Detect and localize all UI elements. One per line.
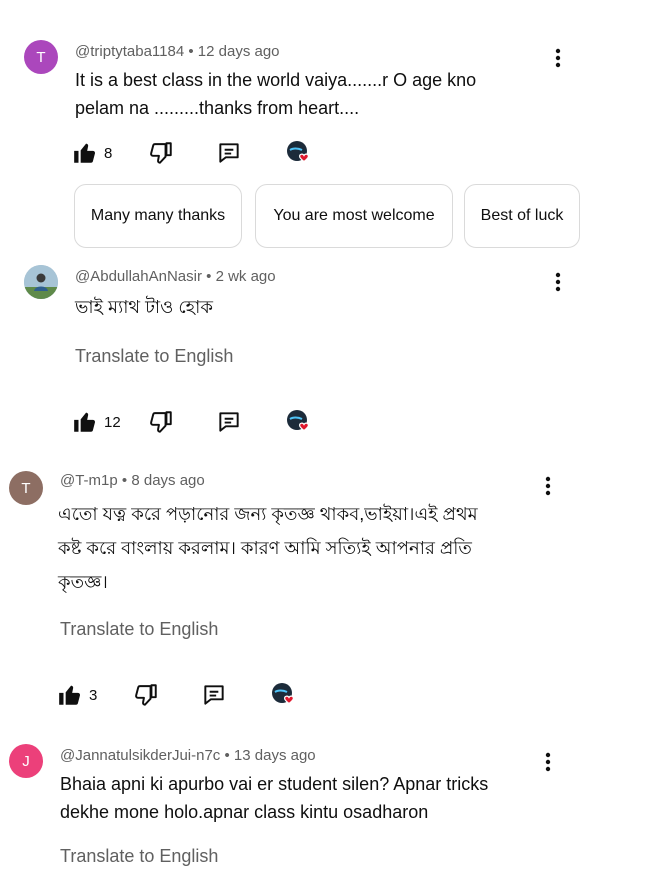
avatar[interactable] [24,265,58,299]
avatar-letter: J [22,752,30,770]
translate-button[interactable]: Translate to English [60,619,218,640]
avatar[interactable]: J [9,744,43,778]
thumb-up-icon [72,140,98,166]
translate-button[interactable]: Translate to English [75,346,233,367]
comment-author[interactable]: @AbdullahAnNasir [75,268,202,285]
comment-actions: 8 [72,138,332,168]
reply-comment-icon [201,682,227,708]
more-vertical-icon[interactable] [538,474,558,498]
translate-button[interactable]: Translate to English [60,846,218,867]
reply-button[interactable] [216,138,242,168]
comment-time[interactable]: 13 days ago [234,747,316,764]
comment-author[interactable]: @triptytaba1184 [75,43,184,60]
like-button[interactable]: 8 [72,138,112,168]
dislike-button[interactable] [148,138,174,168]
comment-meta: @JannatulsikderJui-n7c • 13 days ago [60,747,316,764]
comment-thread: T @T-m1p • 8 days ago এতো যত্ন করে পড়ান… [0,455,669,725]
comment-actions: 12 [72,407,332,437]
like-count: 12 [104,413,121,431]
comment-thread: @AbdullahAnNasir • 2 wk ago ভাই ম্যাথ টা… [0,255,669,455]
dislike-button[interactable] [133,680,159,710]
creator-heart-icon [284,138,314,168]
thumb-up-icon [57,682,83,708]
reply-comment-icon [216,409,242,435]
like-count: 8 [104,144,113,162]
comment-thread: T @triptytaba1184 • 12 days ago It is a … [0,0,669,255]
comment-author[interactable]: @JannatulsikderJui-n7c [60,747,220,764]
comment-actions: 3 [57,680,317,710]
avatar-letter: T [36,48,46,66]
comment-time[interactable]: 12 days ago [198,43,280,60]
thumb-down-icon [148,140,174,166]
suggested-reply-chip[interactable]: Best of luck [464,184,580,248]
comment-time[interactable]: 8 days ago [131,472,204,489]
avatar[interactable]: T [24,40,58,74]
comment-thread: J @JannatulsikderJui-n7c • 13 days ago B… [0,725,669,885]
comment-text: ভাই ম্যাথ টাও হোক [75,297,213,317]
thumb-down-icon [133,682,159,708]
reply-comment-icon [216,140,242,166]
avatar-letter: T [21,479,31,497]
creator-heart-icon [269,680,299,710]
avatar[interactable]: T [9,471,43,505]
comment-text: এতো যত্ন করে পড়ানোর জন্য কৃতজ্ঞ থাকব,ভা… [58,504,478,592]
reply-button[interactable] [216,407,242,437]
like-count: 3 [89,686,98,704]
comment-time[interactable]: 2 wk ago [216,268,276,285]
comment-meta: @AbdullahAnNasir • 2 wk ago [75,268,276,285]
suggested-replies: Many many thanks You are most welcome Be… [74,184,594,248]
profile-photo-icon [24,265,58,299]
comment-meta: @T-m1p • 8 days ago [60,472,205,489]
creator-heart-icon [284,407,314,437]
thumb-down-icon [148,409,174,435]
suggested-reply-chip[interactable]: Many many thanks [74,184,242,248]
suggested-reply-chip[interactable]: You are most welcome [255,184,453,248]
like-button[interactable]: 12 [72,407,121,437]
comment-author[interactable]: @T-m1p [60,472,118,489]
comment-meta: @triptytaba1184 • 12 days ago [75,43,280,60]
more-vertical-icon[interactable] [548,270,568,294]
comment-text: Bhaia apni ki apurbo vai er student sile… [60,774,489,822]
like-button[interactable]: 3 [57,680,97,710]
reply-button[interactable] [201,680,227,710]
thumb-up-icon [72,409,98,435]
dislike-button[interactable] [148,407,174,437]
comment-text: It is a best class in the world vaiya...… [75,70,477,118]
